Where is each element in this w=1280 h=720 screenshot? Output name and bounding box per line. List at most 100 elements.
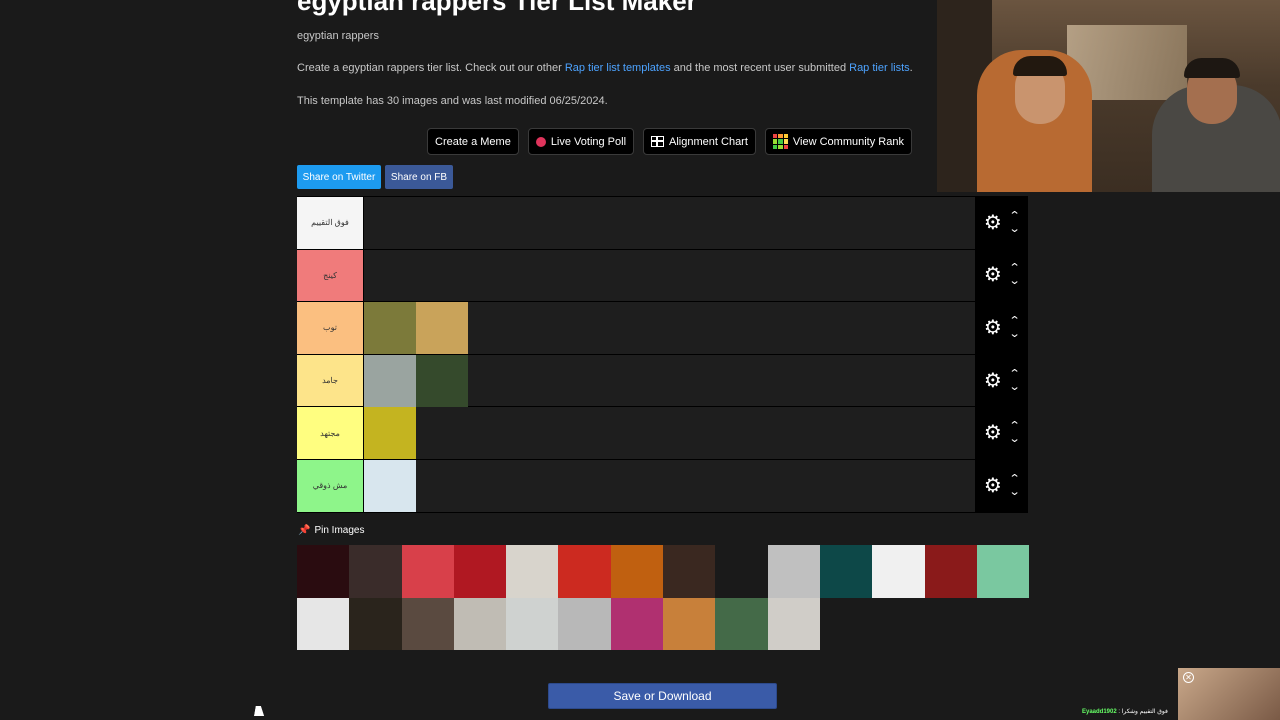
tier-label[interactable]: مجتهد — [297, 407, 364, 459]
tier-image[interactable] — [364, 354, 416, 407]
tier-controls: ⚙ ⌃ ⌄ — [975, 302, 1028, 354]
pool-image[interactable] — [663, 545, 716, 598]
tier-move-arrows: ⌃ ⌄ — [1008, 473, 1020, 498]
pool-image[interactable] — [401, 597, 454, 650]
pool-image[interactable] — [297, 545, 350, 598]
gear-icon[interactable]: ⚙ — [984, 371, 1002, 391]
tier-move-arrows: ⌃ ⌄ — [1008, 263, 1020, 287]
rap-tier-lists-link[interactable]: Rap tier lists — [849, 62, 910, 74]
page-subtitle: egyptian rappers — [297, 30, 379, 42]
pool-image[interactable] — [610, 545, 664, 598]
pin-images-toggle[interactable]: 📌 Pin Images — [298, 525, 364, 536]
community-rank-button[interactable]: View Community Rank — [764, 128, 912, 155]
tier-move-arrows: ⌃ ⌄ — [1008, 210, 1020, 235]
tier-label[interactable]: توب — [297, 302, 364, 354]
chevron-down-icon[interactable]: ⌄ — [1008, 381, 1020, 393]
pool-image[interactable] — [558, 545, 611, 598]
chevron-down-icon[interactable]: ⌄ — [1008, 223, 1020, 235]
pool-image[interactable] — [767, 597, 820, 650]
create-meme-button[interactable]: Create a Meme — [427, 128, 519, 155]
tier-controls: ⚙ ⌃ ⌄ — [975, 249, 1028, 302]
page-description: Create a egyptian rappers tier list. Che… — [297, 62, 913, 74]
chevron-up-icon[interactable]: ⌃ — [1008, 421, 1020, 432]
tier-label[interactable]: كينج — [297, 249, 364, 302]
alignment-chart-button[interactable]: Alignment Chart — [643, 128, 756, 155]
pool-image[interactable] — [715, 545, 768, 598]
page-title: egyptian rappers Tier List Maker — [297, 0, 697, 16]
pool-image[interactable] — [872, 545, 925, 598]
chevron-down-icon[interactable]: ⌄ — [1008, 434, 1020, 445]
chevron-up-icon[interactable]: ⌃ — [1008, 473, 1020, 485]
tier-controls: ⚙ ⌃ ⌄ — [975, 354, 1028, 407]
tier-row: مش ذوقي ⚙ ⌃ ⌄ — [297, 459, 1028, 513]
tier-controls: ⚙ ⌃ ⌄ — [975, 197, 1028, 249]
tier-label[interactable]: فوق التقييم — [297, 197, 364, 249]
chevron-down-icon[interactable]: ⌄ — [1008, 486, 1020, 498]
tier-move-arrows: ⌃ ⌄ — [1008, 421, 1020, 445]
desc-suffix: . — [909, 62, 913, 74]
pool-image[interactable] — [453, 545, 507, 598]
pool-image[interactable] — [506, 545, 559, 598]
gear-icon[interactable]: ⚙ — [984, 265, 1002, 285]
image-pool — [297, 545, 1030, 650]
tier-drop-zone[interactable] — [364, 302, 975, 355]
webcam-overlay — [937, 0, 1280, 192]
chevron-up-icon[interactable]: ⌃ — [1008, 368, 1020, 380]
community-rank-label: View Community Rank — [792, 135, 904, 148]
tier-controls: ⚙ ⌃ ⌄ — [975, 459, 1028, 512]
ticker-text: : فوق التقييم وشكرا — [1116, 709, 1168, 715]
tier-drop-zone[interactable] — [364, 407, 975, 460]
tier-drop-zone[interactable] — [364, 354, 975, 407]
live-voting-poll-label: Live Voting Poll — [550, 135, 627, 148]
gear-icon[interactable]: ⚙ — [984, 423, 1002, 443]
create-meme-label: Create a Meme — [435, 135, 511, 148]
tier-image[interactable] — [364, 302, 416, 355]
desc-prefix: Create a egyptian rappers tier list. Che… — [297, 62, 565, 74]
tier-image[interactable] — [364, 459, 416, 512]
pool-image[interactable] — [558, 597, 611, 650]
pool-image[interactable] — [349, 545, 402, 598]
pool-image[interactable] — [453, 597, 507, 650]
tier-label[interactable]: مش ذوقي — [297, 459, 364, 512]
pool-image[interactable] — [349, 597, 402, 650]
ticker-user: Eyaadd1902 — [1082, 709, 1117, 715]
tier-move-arrows: ⌃ ⌄ — [1008, 368, 1020, 393]
rap-templates-link[interactable]: Rap tier list templates — [565, 62, 671, 74]
chat-ticker: Eyaadd1902 : فوق التقييم وشكرا — [1082, 708, 1168, 715]
grid-icon — [651, 136, 665, 147]
share-twitter-button[interactable]: Share on Twitter — [297, 165, 381, 189]
chevron-up-icon[interactable]: ⌃ — [1008, 315, 1020, 327]
pool-image[interactable] — [767, 545, 820, 598]
live-voting-poll-button[interactable]: Live Voting Poll — [527, 128, 635, 155]
pool-image[interactable] — [401, 545, 454, 598]
tier-label[interactable]: جامد — [297, 354, 364, 407]
gear-icon[interactable]: ⚙ — [984, 318, 1002, 338]
record-dot-icon — [535, 136, 546, 147]
chevron-up-icon[interactable]: ⌃ — [1008, 263, 1020, 274]
pool-image[interactable] — [610, 597, 664, 650]
tier-drop-zone[interactable] — [364, 197, 975, 249]
pool-image[interactable] — [976, 545, 1030, 598]
close-icon[interactable]: ✕ — [1183, 672, 1194, 683]
pool-image[interactable] — [819, 545, 873, 598]
pin-images-label: Pin Images — [314, 525, 365, 536]
pool-image[interactable] — [715, 597, 768, 650]
chevron-down-icon[interactable]: ⌄ — [1008, 276, 1020, 287]
desc-middle: and the most recent user submitted — [670, 62, 850, 74]
pool-image[interactable] — [297, 597, 350, 650]
pool-image[interactable] — [924, 545, 977, 598]
tier-image[interactable] — [416, 354, 468, 407]
pool-image[interactable] — [506, 597, 559, 650]
save-download-button[interactable]: Save or Download — [548, 683, 777, 709]
gear-icon[interactable]: ⚙ — [984, 213, 1002, 233]
chevron-down-icon[interactable]: ⌄ — [1008, 328, 1020, 340]
tier-image[interactable] — [416, 302, 468, 355]
gear-icon[interactable]: ⚙ — [984, 476, 1002, 496]
tier-image[interactable] — [364, 407, 416, 460]
tier-drop-zone[interactable] — [364, 459, 975, 512]
pool-image[interactable] — [663, 597, 716, 650]
tier-drop-zone[interactable] — [364, 249, 975, 302]
tier-controls: ⚙ ⌃ ⌄ — [975, 407, 1028, 459]
share-fb-button[interactable]: Share on FB — [385, 165, 453, 189]
chevron-up-icon[interactable]: ⌃ — [1008, 210, 1020, 222]
